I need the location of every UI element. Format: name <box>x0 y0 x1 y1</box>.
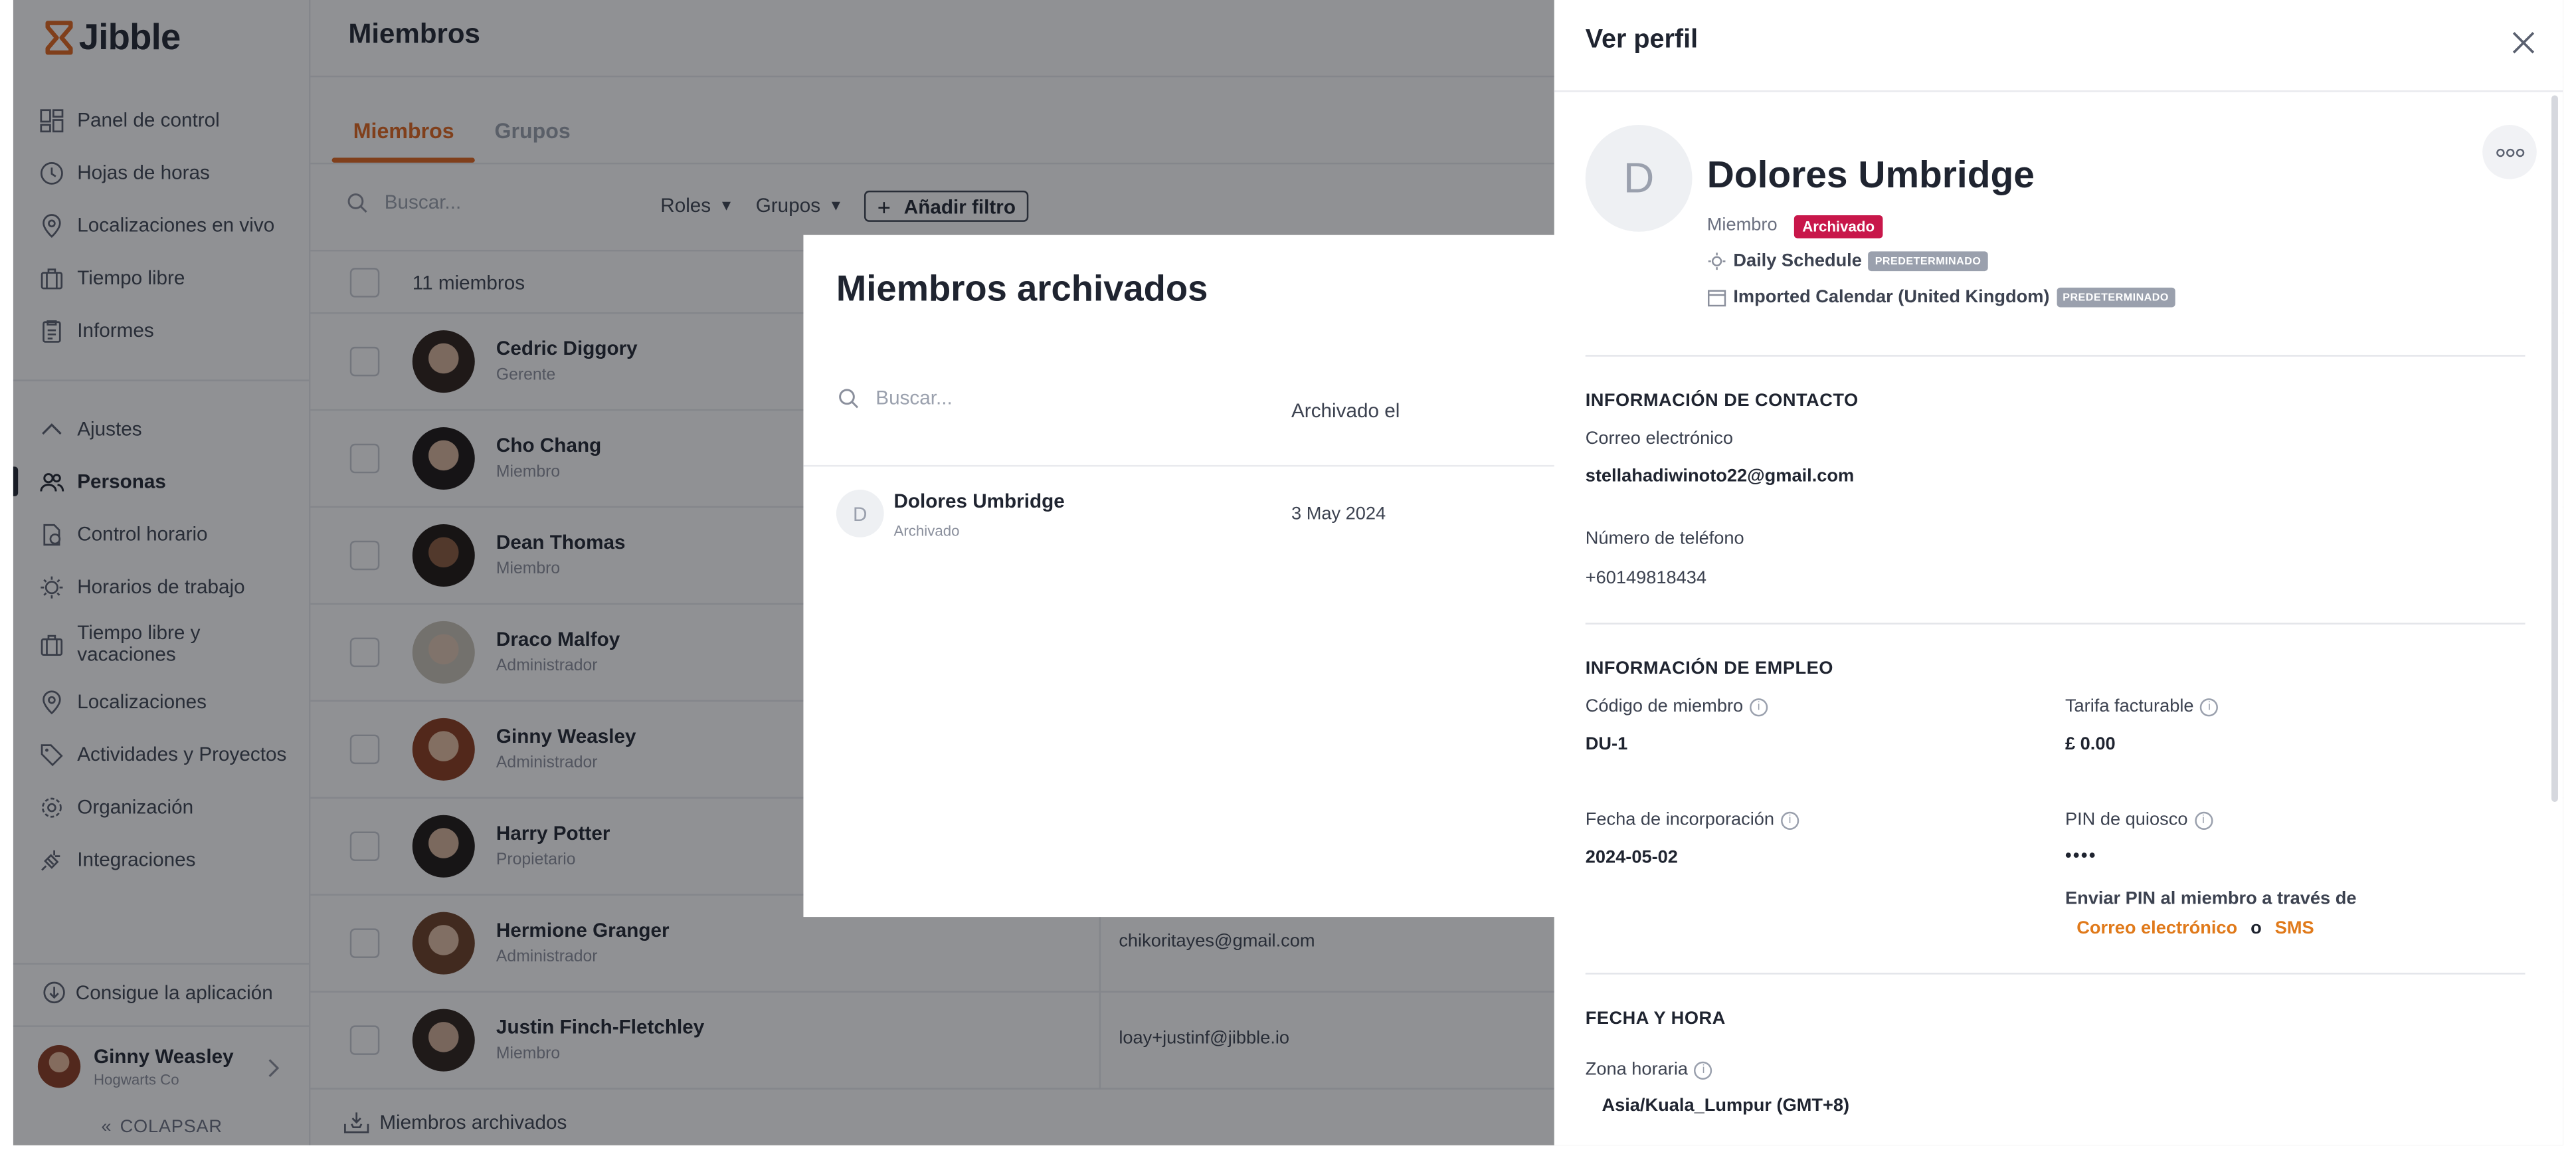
close-icon[interactable] <box>2507 27 2539 59</box>
timezone-label: Zona horaria i <box>1585 1060 1713 1080</box>
join-date-label: Fecha de incorporación i <box>1586 810 1799 830</box>
profile-role: Miembro <box>1706 215 1778 235</box>
schedule-name: Daily Schedule <box>1733 251 1862 272</box>
profile-panel: Ver perfil D Dolores Umbridge Miembro Ar… <box>1554 0 2563 1145</box>
scrollbar[interactable] <box>2551 95 2558 802</box>
more-options-button[interactable] <box>2482 124 2537 179</box>
send-pin-email-link[interactable]: Correo electrónico <box>2076 919 2237 939</box>
info-icon[interactable]: i <box>2200 697 2219 716</box>
datetime-heading: FECHA Y HORA <box>1585 1009 1726 1029</box>
info-icon[interactable]: i <box>1694 1060 1713 1079</box>
join-date-value: 2024-05-02 <box>1585 848 1678 868</box>
kiosk-pin-value: •••• <box>2065 846 2097 866</box>
info-icon[interactable]: i <box>1780 811 1799 829</box>
billable-rate-value: £ 0.00 <box>2065 734 2116 755</box>
divider <box>1585 623 2526 625</box>
profile-name: Dolores Umbridge <box>1706 153 2035 196</box>
billable-rate-label: Tarifa facturable i <box>2065 696 2219 717</box>
contact-info-heading: INFORMACIÓN DE CONTACTO <box>1585 391 1859 411</box>
archived-search-input[interactable]: Buscar... <box>875 386 952 409</box>
holiday-calendar-link[interactable]: Imported Calendar (United Kingdom) PREDE… <box>1707 287 2175 308</box>
send-pin-sms-link[interactable]: SMS <box>2275 919 2314 939</box>
kiosk-pin-label: PIN de quiosco i <box>2065 810 2213 830</box>
member-code-label-text: Código de miembro <box>1585 696 1744 717</box>
archived-members-modal: Miembros archivados Buscar... Archivado … <box>803 235 1576 918</box>
phone-value: +60149818434 <box>1585 568 1707 589</box>
billable-rate-label-text: Tarifa facturable <box>2065 696 2194 717</box>
archived-member-status: Archivado <box>893 522 960 539</box>
panel-title: Ver perfil <box>1585 26 1699 54</box>
calendar-icon <box>1707 288 1727 308</box>
app-window: Jibble Panel de control Hojas de horas L… <box>13 0 2563 1145</box>
archived-member-name: Dolores Umbridge <box>893 490 1065 513</box>
email-label: Correo electrónico <box>1585 429 1734 449</box>
avatar: D <box>836 490 884 537</box>
member-code-label: Código de miembro i <box>1585 696 1768 717</box>
send-pin-text: Enviar PIN al miembro a través de <box>2065 889 2357 909</box>
search-icon <box>838 388 859 418</box>
schedule-icon <box>1707 251 1727 271</box>
default-badge: PREDETERMINADO <box>2056 287 2175 308</box>
profile-avatar: D <box>1585 124 1693 232</box>
or-text: o <box>2251 918 2262 939</box>
phone-label: Número de teléfono <box>1585 529 1744 549</box>
employment-info-heading: INFORMACIÓN DE EMPLEO <box>1585 658 1833 679</box>
timezone-value: Asia/Kuala_Lumpur (GMT+8) <box>1602 1096 1850 1116</box>
modal-title: Miembros archivados <box>836 268 1208 309</box>
work-schedule-link[interactable]: Daily Schedule PREDETERMINADO <box>1707 251 1988 272</box>
more-horizontal-icon <box>2495 147 2525 157</box>
member-code-value: DU-1 <box>1585 734 1628 755</box>
send-pin-note: Enviar PIN al miembro a través de Correo… <box>2065 884 2357 943</box>
status-badge: Archivado <box>1794 215 1883 239</box>
info-icon[interactable]: i <box>1750 697 1768 716</box>
divider <box>803 464 1576 467</box>
divider <box>1554 90 2563 92</box>
info-icon[interactable]: i <box>2194 811 2213 829</box>
divider <box>1585 355 2526 357</box>
default-badge: PREDETERMINADO <box>1868 251 1988 272</box>
join-date-label-text: Fecha de incorporación <box>1585 810 1775 830</box>
column-header-archived-on[interactable]: Archivado el <box>1291 399 1400 423</box>
calendar-name: Imported Calendar (United Kingdom) <box>1733 287 2050 308</box>
screen: Jibble Panel de control Hojas de horas L… <box>0 0 2576 1169</box>
divider <box>1585 973 2526 975</box>
kiosk-pin-label-text: PIN de quiosco <box>2065 810 2188 830</box>
timezone-label-text: Zona horaria <box>1585 1060 1689 1080</box>
email-value: stellahadiwinoto22@gmail.com <box>1585 466 1855 487</box>
archived-date: 3 May 2024 <box>1291 504 1386 524</box>
